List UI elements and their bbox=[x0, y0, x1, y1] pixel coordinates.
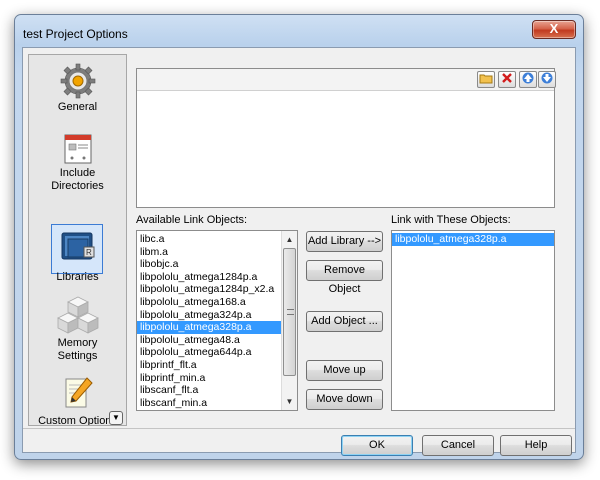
remove-object-button[interactable]: Remove Object bbox=[306, 260, 383, 295]
cubes-icon bbox=[56, 296, 99, 334]
list-item[interactable]: libprintf_min.a bbox=[137, 372, 297, 385]
ok-button[interactable]: OK bbox=[341, 435, 413, 456]
dialog-body: General Include Directories R Libraries … bbox=[22, 47, 576, 456]
add-library-button[interactable]: Add Library --> bbox=[306, 231, 383, 252]
scroll-up-arrow-icon[interactable]: ▲ bbox=[282, 232, 297, 247]
add-object-button[interactable]: Add Object ... bbox=[306, 311, 383, 332]
close-button[interactable]: X bbox=[532, 20, 576, 39]
svg-text:R: R bbox=[86, 248, 92, 257]
available-list-scrollbar[interactable]: ▲ ▼ bbox=[281, 231, 297, 410]
scroll-down-arrow-icon[interactable]: ▼ bbox=[282, 394, 297, 409]
list-item[interactable]: libpololu_atmega1284p_x2.a bbox=[137, 283, 297, 296]
available-objects-list[interactable]: libc.a libm.a libobjc.a libpololu_atmega128… bbox=[136, 230, 298, 411]
path-toolbar bbox=[137, 69, 556, 91]
category-label: Include Directories bbox=[51, 167, 104, 192]
books-icon: R bbox=[61, 232, 94, 260]
folder-list-icon bbox=[64, 134, 91, 164]
list-item[interactable]: libpololu_atmega168.a bbox=[137, 296, 297, 309]
list-item[interactable]: libscanf_flt.a bbox=[137, 384, 297, 397]
window-title: test Project Options bbox=[23, 27, 128, 41]
gear-icon bbox=[60, 63, 95, 99]
delete-icon[interactable] bbox=[498, 71, 516, 88]
title-bar[interactable]: test Project Options X bbox=[15, 15, 583, 47]
move-up-button[interactable]: Move up bbox=[306, 360, 383, 381]
category-scroll-down-button[interactable]: ▼ bbox=[109, 411, 123, 425]
pencil-note-icon bbox=[65, 377, 93, 408]
category-include-directories[interactable]: Include Directories bbox=[29, 129, 126, 193]
available-objects-label: Available Link Objects: bbox=[136, 214, 248, 226]
linked-objects-list[interactable]: libpololu_atmega328p.a bbox=[391, 230, 555, 411]
list-item[interactable]: libm.a bbox=[137, 246, 297, 259]
arrow-down-icon[interactable] bbox=[538, 71, 556, 88]
move-down-button[interactable]: Move down bbox=[306, 389, 383, 410]
library-path-list[interactable] bbox=[136, 68, 556, 208]
list-item[interactable]: libobjc.a bbox=[137, 258, 297, 271]
category-general[interactable]: General bbox=[29, 61, 126, 114]
list-item[interactable]: libc.a bbox=[137, 233, 297, 246]
help-button[interactable]: Help bbox=[500, 435, 572, 456]
list-item[interactable]: libpololu_atmega328p.a bbox=[392, 233, 554, 246]
list-item[interactable]: libpololu_atmega644p.a bbox=[137, 346, 297, 359]
list-item[interactable]: libscanf_min.a bbox=[137, 397, 297, 410]
cancel-button[interactable]: Cancel bbox=[422, 435, 494, 456]
project-options-dialog: test Project Options X General Include D… bbox=[14, 14, 584, 460]
list-item[interactable]: libpololu_atmega48.a bbox=[137, 334, 297, 347]
category-memory-settings[interactable]: Memory Settings bbox=[29, 295, 126, 363]
list-item[interactable]: libpololu_atmega328p.a bbox=[137, 321, 297, 334]
category-libraries[interactable]: R Libraries bbox=[29, 227, 126, 284]
category-label: Memory Settings bbox=[57, 337, 98, 362]
list-item[interactable]: libpololu_atmega1284p.a bbox=[137, 271, 297, 284]
category-label: Libraries bbox=[56, 271, 99, 283]
arrow-up-icon[interactable] bbox=[519, 71, 537, 88]
category-panel: General Include Directories R Libraries … bbox=[28, 54, 127, 426]
linked-objects-label: Link with These Objects: bbox=[391, 214, 511, 226]
scrollbar-thumb[interactable] bbox=[283, 248, 296, 376]
list-item[interactable]: libprintf_flt.a bbox=[137, 359, 297, 372]
folder-icon[interactable] bbox=[477, 71, 495, 88]
category-label: General bbox=[57, 101, 98, 113]
list-item[interactable]: libpololu_atmega324p.a bbox=[137, 309, 297, 322]
